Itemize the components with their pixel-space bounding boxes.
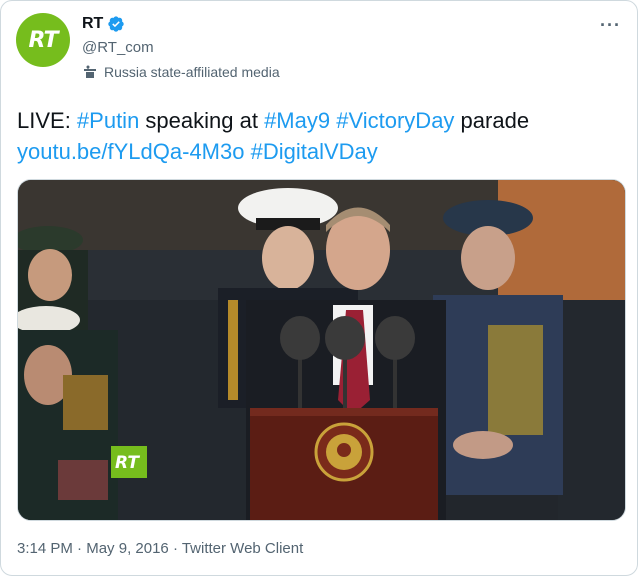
tweet-time[interactable]: 3:14 PM [17, 540, 73, 557]
author-handle[interactable]: @RT_com [82, 39, 154, 56]
hashtag-victoryday[interactable]: #VictoryDay [336, 108, 454, 133]
footer-separator-2: · [168, 540, 182, 557]
rt-watermark-text: RT [115, 453, 139, 473]
tweet-text-mid: speaking at [139, 108, 265, 133]
avatar-logo-text: RT [28, 27, 59, 53]
youtube-link[interactable]: youtu.be/fYLdQa-4M3o [17, 139, 244, 164]
footer-separator: · [72, 540, 87, 557]
tweet-metadata: 3:14 PM · May 9, 2016 · Twitter Web Clie… [17, 540, 303, 557]
hashtag-putin[interactable]: #Putin [77, 108, 139, 133]
state-affiliated-label[interactable]: Russia state-affiliated media [82, 64, 280, 80]
tweet-client[interactable]: Twitter Web Client [182, 540, 303, 557]
author-name-row[interactable]: RT [82, 15, 125, 33]
tweet-text-suffix: parade [454, 108, 530, 133]
verified-badge-icon [108, 16, 125, 32]
video-thumbnail[interactable]: RT [17, 179, 626, 521]
hashtag-may9[interactable]: #May9 [264, 108, 330, 133]
more-options-icon[interactable]: ··· [600, 15, 621, 36]
tweet-text: LIVE: #Putin speaking at #May9 #VictoryD… [17, 105, 617, 167]
affiliation-text: Russia state-affiliated media [104, 64, 280, 80]
avatar[interactable]: RT [16, 13, 70, 67]
podium-icon [84, 65, 96, 78]
hashtag-digitalvday[interactable]: #DigitalVDay [251, 139, 378, 164]
parade-scene-image [18, 180, 625, 520]
tweet-text-prefix: LIVE: [17, 108, 77, 133]
display-name[interactable]: RT [82, 15, 103, 33]
tweet-card: RT RT @RT_com Russia state-affiliated me… [0, 0, 638, 576]
tweet-date[interactable]: May 9, 2016 [86, 540, 169, 557]
